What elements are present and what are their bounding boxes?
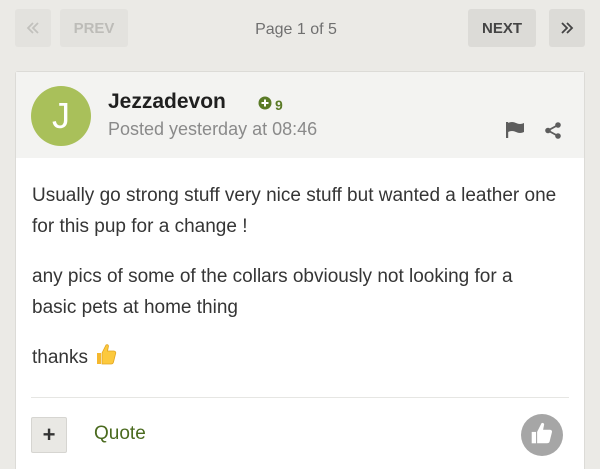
avatar[interactable]: J xyxy=(31,86,91,146)
post-paragraph: thanks xyxy=(32,342,562,376)
author-name[interactable]: Jezzadevon xyxy=(108,90,226,114)
post-text: thanks xyxy=(32,347,88,368)
first-page-button[interactable] xyxy=(15,9,51,47)
prev-page-button[interactable]: PREV xyxy=(60,9,128,47)
forum-post: J Jezzadevon 9 Posted yesterday at 08:46… xyxy=(15,71,585,469)
post-header: J Jezzadevon 9 Posted yesterday at 08:46 xyxy=(16,72,584,158)
like-button[interactable] xyxy=(521,414,563,456)
thumbs-up-icon xyxy=(529,420,555,451)
last-page-button[interactable] xyxy=(549,9,585,47)
multiquote-button[interactable]: + xyxy=(31,417,67,453)
double-chevron-right-icon xyxy=(560,21,574,35)
post-paragraph: any pics of some of the collars obviousl… xyxy=(32,266,513,318)
next-page-button[interactable]: NEXT xyxy=(468,9,536,47)
pagination: PREV Page 1 of 5 NEXT xyxy=(0,0,600,60)
divider xyxy=(31,397,569,398)
thumbs-up-emoji xyxy=(94,342,118,376)
post-paragraph: Usually go strong stuff very nice stuff … xyxy=(32,185,557,237)
reputation-badge: 9 xyxy=(258,96,283,113)
reputation-count: 9 xyxy=(275,96,283,113)
post-content: Usually go strong stuff very nice stuff … xyxy=(32,180,562,395)
share-icon[interactable] xyxy=(544,122,562,144)
double-chevron-left-icon xyxy=(26,21,40,35)
post-timestamp[interactable]: Posted yesterday at 08:46 xyxy=(108,119,317,140)
page-indicator[interactable]: Page 1 of 5 xyxy=(220,21,372,39)
flag-icon[interactable] xyxy=(505,121,525,144)
quote-link[interactable]: Quote xyxy=(94,423,146,445)
plus-circle-icon xyxy=(258,96,272,113)
